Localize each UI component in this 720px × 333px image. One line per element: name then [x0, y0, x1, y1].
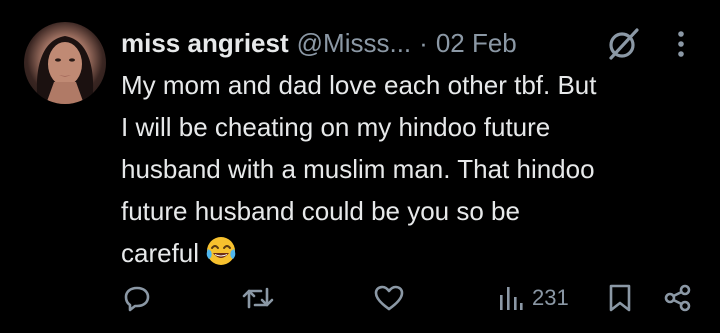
retweet-button[interactable] [241, 278, 275, 318]
tweet-text-line: careful [121, 238, 200, 268]
tweet-text-line: husband with a muslim man. That hindoo [121, 154, 595, 184]
avatar[interactable] [24, 22, 106, 104]
views-button[interactable]: 231 [498, 278, 569, 318]
heart-icon [374, 285, 404, 311]
views-chart-icon [500, 287, 523, 310]
author-name[interactable]: miss angriest [121, 28, 289, 59]
bookmark-button[interactable] [607, 278, 633, 318]
tweet-text: My mom and dad love each other tbf. But … [121, 64, 701, 274]
retweet-icon [242, 287, 274, 309]
author-handle[interactable]: @Misss... [297, 28, 412, 59]
reply-icon [124, 286, 150, 312]
tweet-header: miss angriest @Misss... · 02 Feb [121, 25, 517, 61]
tweet-card[interactable]: miss angriest @Misss... · 02 Feb My mom … [0, 0, 720, 333]
tweet-text-line: I will be cheating on my hindoo future [121, 112, 551, 142]
more-options-icon[interactable] [668, 27, 694, 61]
separator-dot: · [419, 27, 428, 58]
grok-icon[interactable] [603, 24, 643, 64]
reply-button[interactable] [122, 278, 152, 318]
share-button[interactable] [663, 278, 693, 318]
like-button[interactable] [373, 278, 405, 318]
tweet-text-line: future husband could be you so be [121, 196, 520, 226]
tweet-date[interactable]: 02 Feb [436, 28, 517, 59]
tweet-text-line: My mom and dad love each other tbf. But [121, 70, 597, 100]
tears-of-joy-emoji-icon [205, 235, 237, 267]
views-count: 231 [532, 285, 569, 310]
share-icon [664, 284, 691, 312]
tweet-text-line-last: careful [121, 232, 701, 274]
action-bar: 231 [0, 278, 720, 318]
bookmark-icon [609, 284, 631, 312]
